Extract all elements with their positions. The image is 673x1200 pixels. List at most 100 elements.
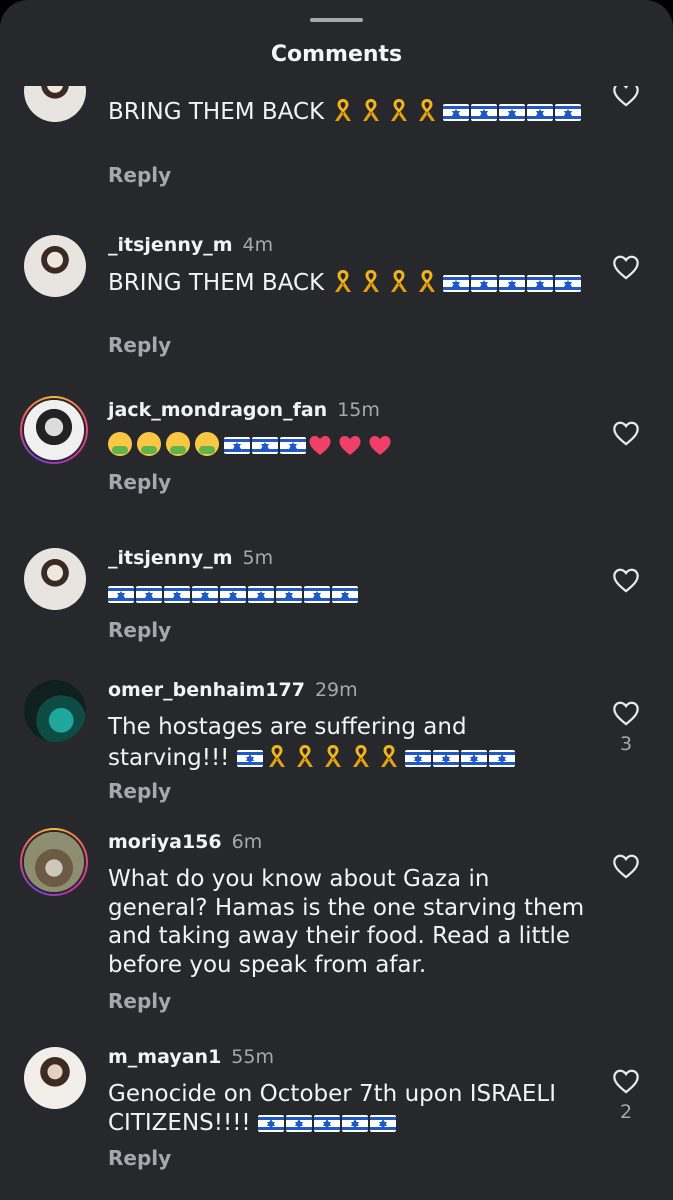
heart-outline-icon[interactable] [612,254,640,280]
yellow-ribbon-emoji [415,96,439,124]
like-count: 3 [619,733,633,755]
israel-flag-emoji [285,1114,312,1132]
yellow-ribbon-emoji [377,742,401,770]
comment-time: 4m [242,234,274,256]
comment-time: 5m [242,547,274,569]
yellow-ribbon-emoji [331,96,355,124]
comment-text: What do you know about Gaza in general? … [108,866,585,978]
israel-flag-emoji [332,586,358,603]
comment-emoji [108,581,360,607]
avatar[interactable] [24,235,86,297]
like-count: 2 [619,1101,633,1123]
yellow-ribbon-emoji [293,742,317,770]
israel-flag-emoji [555,104,582,121]
israel-flag-emoji [108,586,134,603]
israel-flag-emoji [527,104,554,121]
reply-button[interactable]: Reply [108,163,171,187]
israel-flag-emoji [280,437,306,454]
comment-emoji [331,99,583,125]
reply-button[interactable]: Reply [108,333,171,357]
reply-button[interactable]: Reply [108,779,171,803]
comment-emoji [257,1110,398,1136]
israel-flag-emoji [164,586,190,603]
comment-username[interactable]: _itsjenny_m [108,234,233,256]
comment-text: BRING THEM BACK [108,99,325,125]
comment-text: BRING THEM BACK [108,270,325,296]
comment-username[interactable]: omer_benhaim177 [108,679,305,701]
heart-outline-icon[interactable] [612,700,640,726]
israel-flag-emoji [432,749,459,767]
nauseated-face-emoji [166,432,190,456]
israel-flag-emoji [136,586,162,603]
nauseated-face-emoji [108,432,132,456]
heart-outline-icon[interactable] [612,567,640,593]
reply-button[interactable]: Reply [108,989,171,1013]
yellow-ribbon-emoji [265,742,289,770]
israel-flag-emoji [313,1114,340,1132]
israel-flag-emoji [236,749,263,767]
reply-button[interactable]: Reply [108,470,171,494]
israel-flag-emoji [252,437,278,454]
israel-flag-emoji [404,749,431,767]
sheet-title: Comments [270,42,403,67]
israel-flag-emoji [276,586,302,603]
israel-flag-emoji [499,104,526,121]
comment-time: 6m [231,831,263,853]
israel-flag-emoji [224,437,250,454]
israel-flag-emoji [471,104,498,121]
israel-flag-emoji [257,1114,284,1132]
yellow-ribbon-emoji [349,742,373,770]
comment-username[interactable]: _itsjenny_m [108,547,233,569]
reply-button[interactable]: Reply [108,618,171,642]
yellow-ribbon-emoji [359,267,383,295]
reply-button[interactable]: Reply [108,1146,171,1170]
pink-heart-emoji [368,434,392,458]
heart-outline-icon[interactable] [612,420,640,446]
yellow-ribbon-emoji [387,96,411,124]
yellow-ribbon-emoji [359,96,383,124]
drag-handle[interactable] [310,18,363,22]
yellow-ribbon-emoji [387,267,411,295]
comment-emoji [236,742,517,771]
comment-time: 55m [231,1046,274,1068]
israel-flag-emoji [443,104,470,121]
avatar[interactable] [24,1047,86,1109]
israel-flag-emoji [341,1114,368,1132]
avatar[interactable] [24,86,86,122]
comments-list[interactable]: BRING THEM BACK Reply _itsjenny_m 4m BRIN… [0,86,673,1200]
pink-heart-emoji [308,434,332,458]
israel-flag-emoji [471,275,498,292]
yellow-ribbon-emoji [415,267,439,295]
israel-flag-emoji [443,275,470,292]
israel-flag-emoji [488,749,515,767]
heart-outline-icon[interactable] [612,1068,640,1094]
avatar-story-ring[interactable] [20,396,88,464]
comments-sheet: Comments BRING THEM BACK Reply _itsjenny… [0,0,673,1200]
comment-emoji [108,432,398,458]
israel-flag-emoji [369,1114,396,1132]
yellow-ribbon-emoji [321,742,345,770]
avatar[interactable] [24,548,86,610]
heart-outline-icon[interactable] [612,86,640,107]
israel-flag-emoji [460,749,487,767]
avatar[interactable] [24,680,86,742]
comment-time: 29m [314,679,358,701]
comment-emoji [331,270,583,296]
comment-username[interactable]: jack_mondragon_fan [108,399,327,421]
comment-username[interactable]: m_mayan1 [108,1046,221,1068]
comment-time: 15m [337,399,380,421]
heart-outline-icon[interactable] [612,853,640,879]
comment-username[interactable]: moriya156 [108,831,222,853]
avatar-story-ring[interactable] [20,828,88,896]
israel-flag-emoji [555,275,582,292]
israel-flag-emoji [527,275,554,292]
israel-flag-emoji [248,586,274,603]
yellow-ribbon-emoji [331,267,355,295]
nauseated-face-emoji [137,432,161,456]
pink-heart-emoji [338,434,362,458]
israel-flag-emoji [220,586,246,603]
israel-flag-emoji [304,586,330,603]
nauseated-face-emoji [195,432,219,456]
israel-flag-emoji [192,586,218,603]
israel-flag-emoji [499,275,526,292]
